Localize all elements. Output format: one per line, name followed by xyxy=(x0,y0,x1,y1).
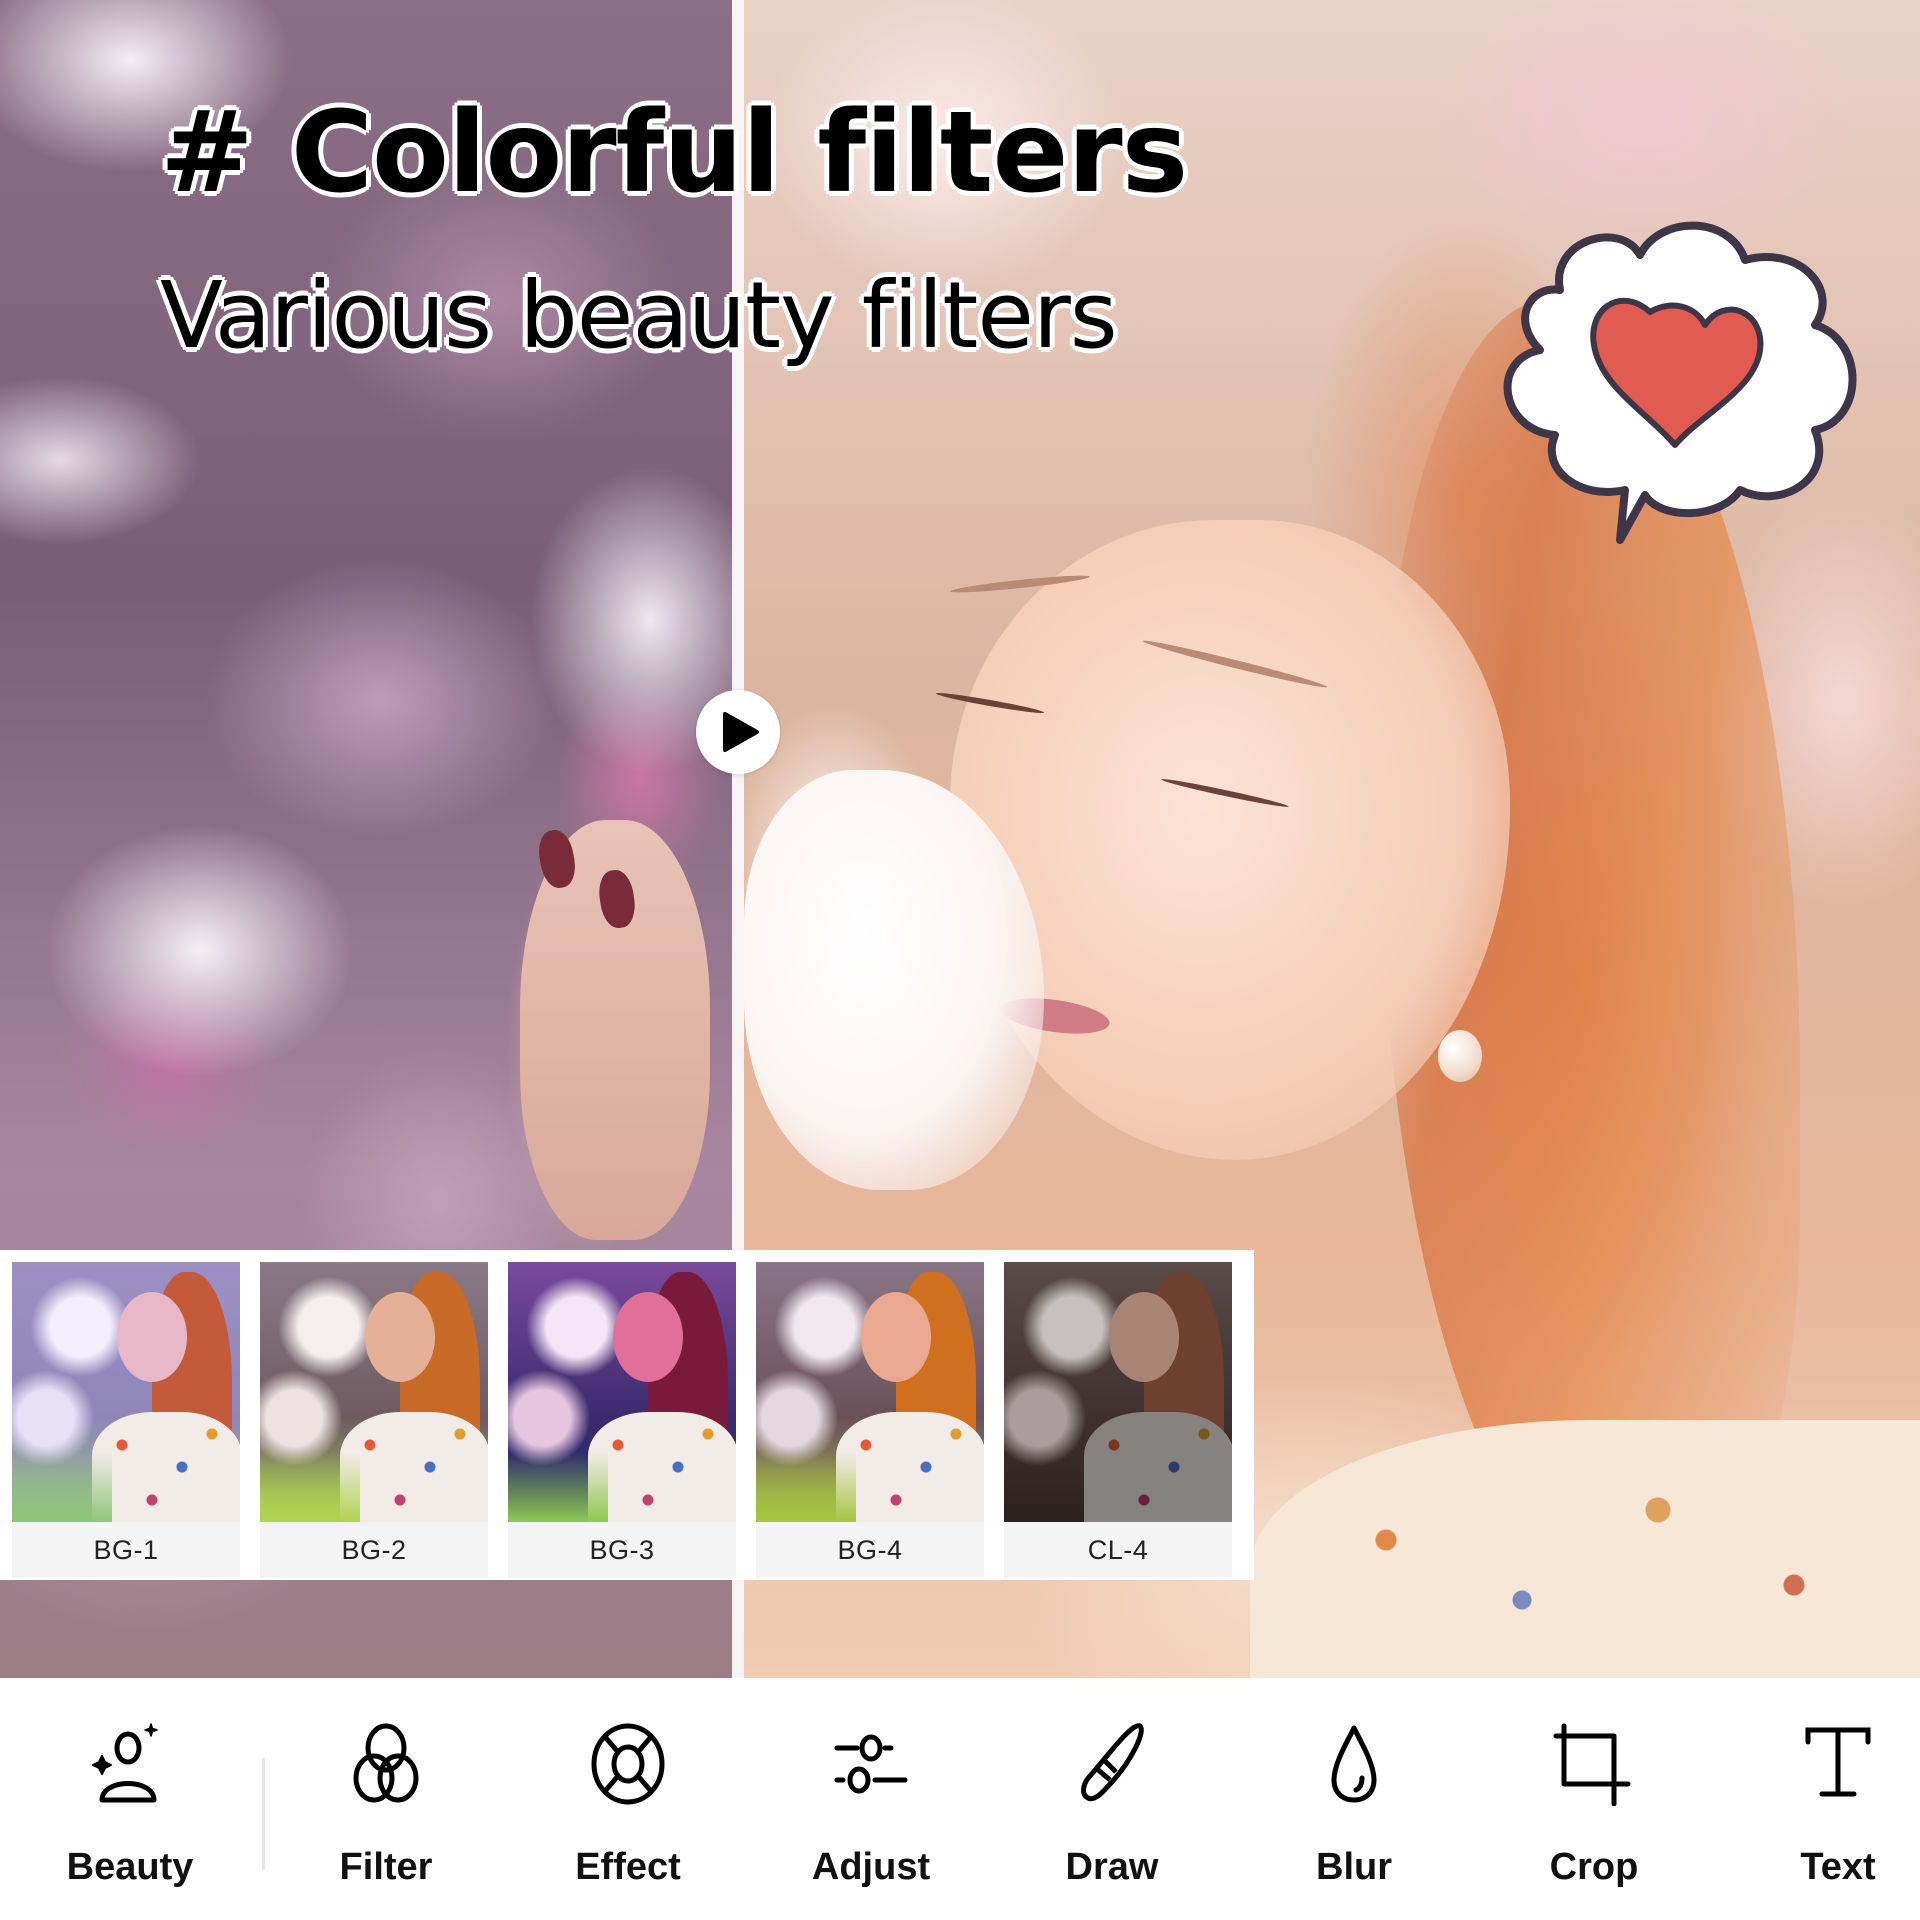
bottom-toolbar: Beauty Filter Effect Adjust Draw Blur Cr… xyxy=(0,1678,1920,1920)
tool-label: Text xyxy=(1800,1846,1876,1888)
tool-label: Filter xyxy=(339,1846,433,1888)
filter-item-bg-3[interactable]: BG-3 xyxy=(508,1262,736,1580)
crop-icon xyxy=(1553,1723,1631,1806)
tool-draw[interactable]: Draw xyxy=(1032,1722,1192,1889)
tool-label: Effect xyxy=(575,1846,681,1888)
adjust-sliders-icon xyxy=(834,1734,908,1794)
filter-thumbnail xyxy=(12,1262,240,1522)
filter-strip: BG-1 BG-2 BG-3 BG-4 CL-4 xyxy=(0,1250,1254,1580)
photo-pearl-earring xyxy=(1438,1030,1482,1082)
filter-item-bg-2[interactable]: BG-2 xyxy=(260,1262,488,1580)
filter-label: BG-4 xyxy=(756,1522,984,1578)
tool-label: Blur xyxy=(1316,1846,1392,1888)
filter-circles-icon xyxy=(353,1723,419,1803)
thought-bubble-sticker[interactable] xyxy=(1470,200,1870,560)
filter-item-bg-4[interactable]: BG-4 xyxy=(756,1262,984,1580)
text-icon xyxy=(1805,1727,1871,1797)
headline-title: # Colorful filters xyxy=(160,88,1188,218)
tool-filter[interactable]: Filter xyxy=(306,1722,466,1889)
filter-thumbnail xyxy=(756,1262,984,1522)
filter-item-cl-4[interactable]: CL-4 xyxy=(1004,1262,1232,1580)
tool-effect[interactable]: Effect xyxy=(548,1722,708,1889)
effect-lifebuoy-icon xyxy=(591,1723,665,1805)
tool-label: Crop xyxy=(1549,1846,1639,1888)
tool-adjust[interactable]: Adjust xyxy=(791,1722,951,1889)
filter-label: CL-4 xyxy=(1004,1522,1232,1578)
filter-thumbnail xyxy=(508,1262,736,1522)
tool-text[interactable]: Text xyxy=(1758,1722,1918,1889)
thought-bubble-icon xyxy=(1503,221,1857,544)
brush-icon xyxy=(1081,1723,1144,1802)
filter-label: BG-3 xyxy=(508,1522,736,1578)
play-icon xyxy=(723,712,759,752)
tool-blur[interactable]: Blur xyxy=(1274,1722,1434,1889)
tool-label: Adjust xyxy=(811,1846,931,1888)
filter-label: BG-1 xyxy=(12,1522,240,1578)
filter-thumbnail xyxy=(260,1262,488,1522)
toolbar-separator xyxy=(262,1758,265,1870)
tool-label: Beauty xyxy=(66,1846,194,1888)
filter-thumbnail xyxy=(1004,1262,1232,1522)
tool-beauty[interactable]: Beauty xyxy=(50,1722,210,1889)
headline-subtitle: Various beauty filters xyxy=(160,262,1118,369)
filter-label: BG-2 xyxy=(260,1522,488,1578)
beauty-person-sparkle-icon xyxy=(92,1723,158,1803)
tool-crop[interactable]: Crop xyxy=(1514,1722,1674,1889)
tool-label: Draw xyxy=(1065,1846,1159,1888)
filter-item-bg-1[interactable]: BG-1 xyxy=(12,1262,240,1580)
droplet-icon xyxy=(1331,1725,1377,1803)
compare-play-button[interactable] xyxy=(696,690,780,774)
